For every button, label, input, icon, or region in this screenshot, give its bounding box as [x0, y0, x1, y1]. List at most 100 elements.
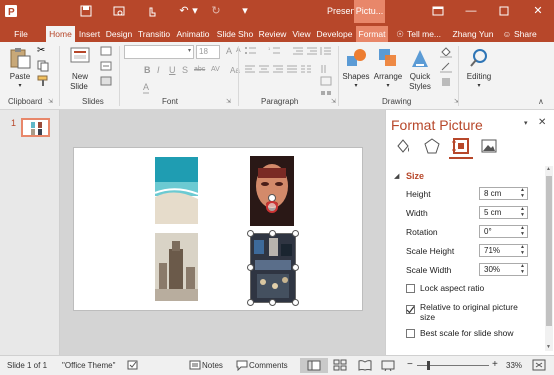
quick-styles-label[interactable]: Quick [404, 72, 436, 81]
effects-icon[interactable] [423, 137, 441, 157]
fill-line-icon[interactable] [394, 137, 412, 157]
editing-dropdown-icon[interactable]: ▾ [462, 82, 496, 89]
reset-icon[interactable] [100, 61, 112, 73]
close-pane-icon[interactable]: ✕ [538, 117, 546, 128]
center-icon[interactable] [258, 64, 270, 76]
slide-canvas[interactable] [73, 147, 363, 311]
tell-me-search[interactable]: Tell me... [407, 26, 447, 42]
columns-icon[interactable] [300, 64, 312, 76]
resize-handle-bottom-right[interactable] [292, 299, 299, 306]
font-color-button[interactable]: A [143, 82, 150, 94]
width-value[interactable]: 5 cm [484, 208, 501, 217]
scale-height-value[interactable]: 71% [484, 246, 500, 255]
shape-outline-icon[interactable] [440, 61, 452, 75]
size-section-header[interactable]: Size [406, 171, 424, 181]
shape-fill-icon[interactable] [440, 46, 452, 60]
relative-to-original-checkbox[interactable] [406, 305, 415, 314]
lock-aspect-ratio-label[interactable]: Lock aspect ratio [420, 283, 484, 293]
italic-button[interactable]: I [157, 65, 160, 75]
height-value[interactable]: 8 cm [484, 189, 501, 198]
tab-transitions[interactable]: Transitio [136, 26, 172, 42]
zoom-out-icon[interactable]: − [407, 359, 413, 370]
increase-font-size-icon[interactable]: A [226, 46, 232, 56]
share-button[interactable]: Share [514, 26, 540, 42]
tab-format[interactable]: Format [356, 26, 388, 42]
redo-icon[interactable]: ↻ [209, 4, 223, 18]
tab-developer[interactable]: Develope [315, 26, 354, 42]
line-spacing-icon[interactable] [320, 46, 332, 58]
align-left-icon[interactable] [244, 64, 256, 76]
spelling-check-icon[interactable] [127, 359, 139, 373]
arrange-dropdown-icon[interactable]: ▾ [372, 82, 404, 89]
underline-button[interactable]: U [169, 65, 176, 75]
zoom-in-icon[interactable]: + [492, 359, 498, 370]
tab-home[interactable]: Home [46, 26, 75, 42]
comments-button[interactable]: Comments [249, 361, 288, 370]
save-icon[interactable] [79, 4, 93, 18]
zoom-slider-thumb[interactable] [427, 361, 430, 370]
zoom-slider[interactable] [417, 361, 489, 370]
spinner-arrows-icon[interactable]: ▲ ▼ [520, 263, 525, 275]
comments-icon[interactable] [236, 359, 248, 373]
resize-handle-top-left[interactable] [247, 230, 254, 237]
close-window-icon[interactable]: ✕ [530, 3, 546, 19]
pane-options-dropdown-icon[interactable]: ▾ [524, 119, 528, 127]
rotation-input[interactable]: 0° ▲ ▼ [479, 225, 528, 238]
editing-label[interactable]: Editing [462, 72, 496, 81]
beach-picture[interactable] [155, 157, 198, 224]
tab-slide-show[interactable]: Slide Sho [214, 26, 256, 42]
scrollbar-thumb[interactable] [546, 176, 552, 326]
scale-width-value[interactable]: 30% [484, 265, 500, 274]
slide-show-icon[interactable] [381, 359, 395, 373]
city-picture[interactable] [155, 233, 198, 301]
height-input[interactable]: 8 cm ▲ ▼ [479, 187, 528, 200]
spinner-arrows-icon[interactable]: ▲ ▼ [520, 225, 525, 237]
editing-magnifier-icon[interactable] [468, 47, 490, 69]
new-slide-label[interactable]: New [66, 72, 94, 81]
clipboard-launcher-icon[interactable]: ⇲ [48, 98, 53, 105]
shadow-button[interactable]: S [182, 65, 188, 75]
user-name[interactable]: Zhang Yun [451, 26, 495, 42]
font-name-combobox[interactable] [124, 45, 194, 59]
font-size-combobox[interactable]: 18 [196, 45, 220, 59]
relative-to-original-label-2[interactable]: size [420, 312, 435, 322]
best-scale-label[interactable]: Best scale for slide show [420, 328, 514, 338]
shapes-icon[interactable] [345, 47, 367, 69]
resize-handle-top-right[interactable] [292, 230, 299, 237]
shapes-label[interactable]: Shapes [341, 72, 371, 81]
quick-styles-label-2[interactable]: Styles [404, 82, 436, 91]
resize-handle-top[interactable] [269, 230, 276, 237]
text-direction-icon[interactable] [320, 64, 332, 76]
scroll-up-icon[interactable]: ▲ [546, 166, 551, 172]
section-icon[interactable] [100, 76, 112, 88]
shape-effects-icon[interactable] [440, 76, 452, 90]
notes-button[interactable]: Notes [202, 361, 223, 370]
resize-handle-bottom[interactable] [269, 299, 276, 306]
paste-dropdown-icon[interactable]: ▾ [8, 82, 32, 89]
decrease-indent-icon[interactable] [292, 46, 304, 58]
reading-view-icon[interactable] [358, 359, 372, 373]
new-slide-label-2[interactable]: Slide [64, 82, 94, 91]
bold-button[interactable]: B [144, 65, 151, 75]
spinner-arrows-icon[interactable]: ▲ ▼ [520, 206, 525, 218]
scale-height-input[interactable]: 71% ▲ ▼ [479, 244, 528, 257]
lock-aspect-ratio-checkbox[interactable] [406, 284, 415, 293]
cut-icon[interactable]: ✂ [37, 45, 45, 56]
ribbon-display-options-icon[interactable] [430, 3, 446, 19]
normal-view-button[interactable] [300, 358, 328, 373]
quick-styles-icon[interactable] [409, 47, 431, 69]
strikethrough-button[interactable]: abc [194, 66, 205, 73]
slide-thumbnail[interactable] [21, 118, 50, 137]
from-beginning-icon[interactable] [112, 4, 126, 18]
scroll-down-icon[interactable]: ▼ [546, 344, 551, 350]
face-picture[interactable] [250, 156, 294, 226]
spinner-arrows-icon[interactable]: ▲ ▼ [520, 187, 525, 199]
align-text-icon[interactable] [320, 76, 332, 88]
font-name-dropdown-icon[interactable]: ▾ [188, 47, 191, 54]
paste-icon[interactable] [8, 46, 32, 70]
layout-icon[interactable] [100, 46, 112, 58]
resize-handle-left[interactable] [247, 264, 254, 271]
zoom-level[interactable]: 33% [506, 361, 522, 370]
pane-scrollbar[interactable]: ▲ ▼ [545, 166, 553, 351]
copy-icon[interactable] [37, 60, 49, 74]
